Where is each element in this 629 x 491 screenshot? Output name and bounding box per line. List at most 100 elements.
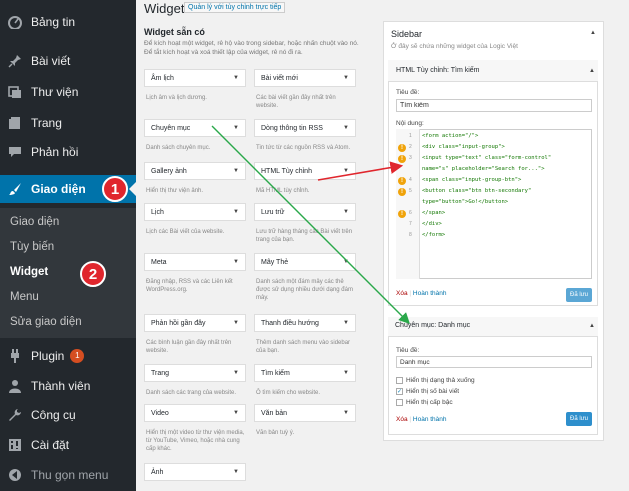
caret-up-icon[interactable]: ▲ xyxy=(589,323,595,329)
widget-gallery[interactable]: Gallery ảnh ▼ xyxy=(144,162,246,180)
widget-search[interactable]: Tìm kiếm ▼ xyxy=(254,364,356,382)
menu-item-plugins[interactable]: Plugin 1 xyxy=(0,342,136,370)
line-number: 3 xyxy=(409,155,412,161)
checkbox-label: Hiển thị số bài viết xyxy=(406,388,460,395)
done-link[interactable]: Hoàn thành xyxy=(413,416,447,423)
delete-link[interactable]: Xóa xyxy=(396,290,408,297)
caret-up-icon[interactable]: ▲ xyxy=(589,68,595,74)
widget-rss[interactable]: Dòng thông tin RSS ▼ xyxy=(254,119,356,137)
checkmark-icon[interactable]: ✓ xyxy=(396,388,403,395)
widget-calendar[interactable]: Lịch ▼ xyxy=(144,203,246,221)
user-icon xyxy=(8,379,22,393)
widget-name: Video xyxy=(151,410,169,417)
widget-pages[interactable]: Trang ▼ xyxy=(144,364,246,382)
menu-item-posts[interactable]: Bài viết xyxy=(0,47,136,75)
widget-desc: Danh sách các trang của website. xyxy=(146,390,237,396)
widget-recent-comments[interactable]: Phản hồi gần đây ▼ xyxy=(144,314,246,332)
menu-item-label: Công cụ xyxy=(31,408,76,422)
menu-item-dashboard[interactable]: Bảng tin xyxy=(0,8,136,36)
widget-custom-html[interactable]: HTML Tùy chỉnh ▼ xyxy=(254,162,356,180)
save-button[interactable]: Đã lưu xyxy=(566,412,592,426)
category-title-input[interactable] xyxy=(396,356,592,368)
warning-icon[interactable]: ! xyxy=(398,188,406,196)
category-widget-actions: Xóa | Hoàn thành xyxy=(396,416,447,423)
widget-lunar-calendar[interactable]: Âm lịch ▼ xyxy=(144,69,246,87)
line-number: 8 xyxy=(409,232,412,238)
admin-menu: Bảng tin Bài viết Thư viện Trang Phản hồ… xyxy=(0,0,136,491)
show-count-checkbox[interactable]: ✓ Hiển thị số bài viết xyxy=(396,388,459,395)
done-link[interactable]: Hoàn thành xyxy=(413,290,447,297)
collapse-icon xyxy=(8,468,22,482)
menu-item-settings[interactable]: Cài đặt xyxy=(0,431,136,459)
sidebar-desc: Ở đây sẽ chứa những widget của Logic Việ… xyxy=(391,43,518,50)
checkbox[interactable] xyxy=(396,377,403,384)
warning-icon[interactable]: ! xyxy=(398,210,406,218)
menu-item-media[interactable]: Thư viện xyxy=(0,78,136,106)
caret-up-icon[interactable]: ▲ xyxy=(590,30,596,36)
menu-item-users[interactable]: Thành viên xyxy=(0,372,136,400)
widget-text[interactable]: Văn bản ▼ xyxy=(254,404,356,422)
plugin-icon xyxy=(8,349,22,363)
widget-categories[interactable]: Chuyên mục ▼ xyxy=(144,119,246,137)
submenu-theme-editor[interactable]: Sửa giao diện xyxy=(10,316,82,328)
delete-link[interactable]: Xóa xyxy=(396,416,408,423)
widget-name: Gallery ảnh xyxy=(151,168,187,175)
widget-desc: Danh sách chuyên mục. xyxy=(146,145,211,151)
code-line: <button class="btn btn-secondary" xyxy=(422,188,532,194)
caret-down-icon: ▼ xyxy=(233,320,239,326)
widget-archives[interactable]: Lưu trữ ▼ xyxy=(254,203,356,221)
content-label: Nội dung: xyxy=(396,120,424,127)
html-title-input[interactable] xyxy=(396,99,592,112)
widget-meta[interactable]: Meta ▼ xyxy=(144,253,246,271)
caret-down-icon: ▼ xyxy=(343,320,349,326)
save-button[interactable]: Đã lưu xyxy=(566,288,592,302)
widget-desc: Thêm danh sách menu vào sidebar của bạn. xyxy=(256,340,351,355)
manage-live-link[interactable]: Quản lý với tùy chỉnh trực tiếp xyxy=(184,2,286,13)
menu-item-label: Bảng tin xyxy=(31,15,76,29)
widget-image[interactable]: Ảnh ▼ xyxy=(144,463,246,481)
sidebar-title[interactable]: Sidebar xyxy=(391,29,422,39)
submenu-menus[interactable]: Menu xyxy=(10,291,39,303)
callout-1: 1 xyxy=(102,176,128,202)
widget-name: Bài viết mới xyxy=(261,75,298,82)
widget-recent-posts[interactable]: Bài viết mới ▼ xyxy=(254,69,356,87)
widget-nav-menu[interactable]: Thanh điều hướng ▼ xyxy=(254,314,356,332)
widget-video[interactable]: Video ▼ xyxy=(144,404,246,422)
hierarchy-checkbox[interactable]: Hiển thị cấp bậc xyxy=(396,399,453,406)
menu-collapse[interactable]: Thu gọn menu xyxy=(0,461,136,489)
caret-down-icon: ▼ xyxy=(343,168,349,174)
title-label: Tiêu đề: xyxy=(396,347,420,354)
widget-desc: Các bình luận gần đây nhất trên website. xyxy=(146,340,232,355)
caret-down-icon: ▼ xyxy=(233,168,239,174)
checkbox[interactable] xyxy=(396,399,403,406)
dropdown-checkbox[interactable]: Hiển thị dạng thả xuống xyxy=(396,377,475,384)
widget-desc: Hiển thị thư viện ảnh. xyxy=(146,188,204,194)
widget-name: Ảnh xyxy=(151,469,164,476)
widget-name: Thanh điều hướng xyxy=(261,320,319,327)
widget-desc: Ô tìm kiếm cho website. xyxy=(256,390,321,396)
submenu-themes[interactable]: Giao diện xyxy=(10,216,59,228)
caret-down-icon: ▼ xyxy=(233,370,239,376)
widget-tag-cloud[interactable]: Mây Thẻ ▼ xyxy=(254,253,356,271)
menu-item-tools[interactable]: Công cụ xyxy=(0,401,136,429)
html-widget-actions: Xóa | Hoàn thành xyxy=(396,290,447,297)
menu-item-comments[interactable]: Phản hồi xyxy=(0,138,136,166)
submenu-widgets[interactable]: Widget xyxy=(10,266,48,278)
code-line: type="button">Go!</button> xyxy=(422,199,509,205)
code-line: </div> xyxy=(422,221,442,227)
warning-icon[interactable]: ! xyxy=(398,177,406,185)
submenu-customize[interactable]: Tùy biến xyxy=(10,241,54,253)
widget-desc: Văn bản tuỳ ý. xyxy=(256,430,295,436)
category-widget-title: Chuyên mục: Danh mục xyxy=(395,322,471,329)
widget-desc: Lịch các Bài viết của website. xyxy=(146,229,225,235)
separator: | xyxy=(409,416,412,423)
checkbox-label: Hiển thị dạng thả xuống xyxy=(406,377,475,384)
menu-item-label: Plugin xyxy=(31,349,65,363)
warning-icon[interactable]: ! xyxy=(398,155,406,163)
widget-name: Mây Thẻ xyxy=(261,259,289,266)
widget-desc: Đăng nhập, RSS và các Liên kết WordPress… xyxy=(146,279,233,294)
html-widget-title: HTML Tùy chỉnh: Tìm kiếm xyxy=(396,67,480,74)
menu-item-pages[interactable]: Trang xyxy=(0,109,136,137)
warning-icon[interactable]: ! xyxy=(398,144,406,152)
widget-name: Lưu trữ xyxy=(261,209,285,216)
